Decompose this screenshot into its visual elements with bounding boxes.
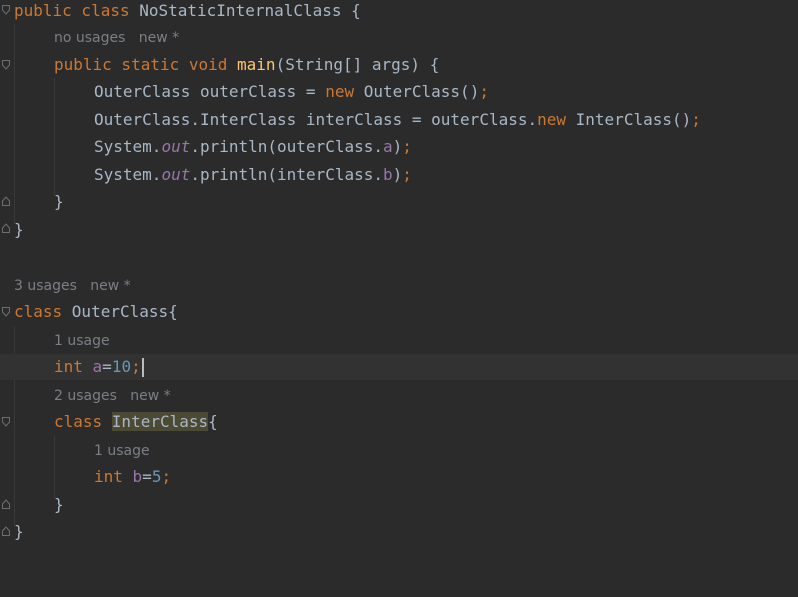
code-line[interactable]: System.out.println(outerClass.a);	[0, 134, 798, 160]
class-name: OuterClass{	[71, 302, 178, 321]
keyword: public class	[14, 1, 140, 20]
code-line[interactable]: }	[0, 492, 798, 518]
code-line[interactable]: public class NoStaticInternalClass {	[0, 0, 798, 24]
code-line[interactable]: }	[0, 189, 798, 215]
inlay-hint[interactable]: 1 usage	[54, 330, 110, 352]
inlay-hint[interactable]: no usages new *	[54, 27, 179, 49]
code-line[interactable]: class OuterClass{	[0, 299, 798, 325]
code-line-current[interactable]: int a=10;	[0, 354, 798, 380]
code-line[interactable]: public static void main(String[] args) {	[0, 52, 798, 78]
code-line[interactable]: OuterClass.InterClass interClass = outer…	[0, 107, 798, 133]
code-editor[interactable]: public class NoStaticInternalClass { no …	[0, 0, 798, 565]
class-name: NoStaticInternalClass	[139, 1, 342, 20]
inlay-hint[interactable]: 3 usages new *	[14, 275, 131, 297]
inlay-hint[interactable]: 1 usage	[94, 440, 150, 462]
code-line[interactable]: }	[0, 519, 798, 545]
code-line[interactable]: System.out.println(interClass.b);	[0, 162, 798, 188]
inlay-hint[interactable]: 2 usages new *	[54, 385, 171, 407]
highlighted-usage: InterClass	[111, 412, 209, 431]
code-line[interactable]: class InterClass{	[0, 409, 798, 435]
code-line[interactable]: int b=5;	[0, 464, 798, 490]
method-name: main	[237, 55, 276, 74]
code-line[interactable]: OuterClass outerClass = new OuterClass()…	[0, 79, 798, 105]
text-caret	[141, 358, 144, 377]
code-line[interactable]: }	[0, 217, 798, 243]
